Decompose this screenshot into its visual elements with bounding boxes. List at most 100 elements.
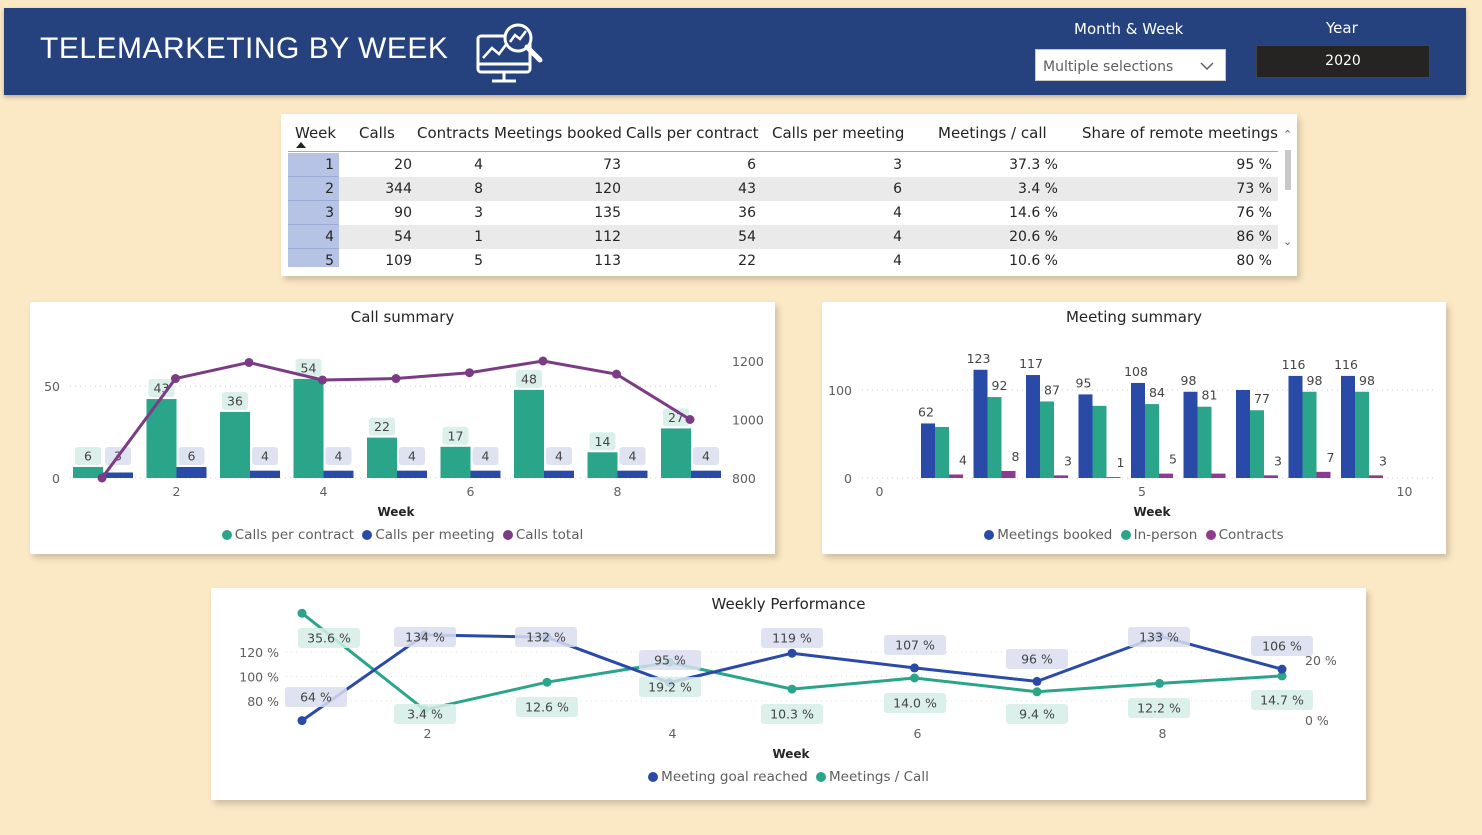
col-header-calls[interactable]: Calls — [359, 124, 395, 150]
calls-per-contract-cell: 43 — [738, 181, 756, 197]
bar-meetings-booked — [973, 369, 988, 478]
legend-item[interactable]: Contracts — [1205, 527, 1284, 543]
week-cell: 3 — [288, 201, 339, 225]
scroll-up-arrow-icon[interactable]: ⌃ — [1283, 128, 1292, 141]
point-meeting-goal-reached — [787, 648, 797, 658]
share-remote-cell: 73 % — [1236, 181, 1272, 197]
legend-item[interactable]: Meetings / Call — [816, 769, 929, 785]
meetings-per-call-cell: 3.4 % — [1017, 181, 1058, 197]
chevron-down-icon — [1200, 62, 1214, 71]
y2-tick-label: 1000 — [732, 413, 764, 428]
data-label: 64 % — [300, 690, 332, 705]
data-label: 12.2 % — [1137, 701, 1181, 716]
data-label: 4 — [555, 449, 563, 464]
meetings-booked-cell: 73 — [603, 157, 621, 173]
table-row[interactable]: 2 344 8 120 43 6 3.4 % 73 % — [288, 177, 1278, 201]
bar-contracts — [1316, 471, 1331, 478]
legend-item[interactable]: Meetings booked — [984, 527, 1112, 543]
table-row[interactable]: 5 109 5 113 22 4 10.6 % 80 % — [288, 249, 1278, 267]
calls-per-meeting-cell: 4 — [893, 229, 902, 245]
bar-meetings-booked — [1131, 382, 1145, 478]
legend-item[interactable]: Meeting goal reached — [648, 769, 808, 785]
calls-cell: 20 — [394, 157, 412, 173]
data-label: 35.6 % — [307, 631, 351, 646]
bar-contracts — [1001, 470, 1016, 478]
page-title: TELEMARKETING BY WEEK — [40, 32, 449, 65]
data-label: 17 — [448, 428, 464, 443]
data-label: 133 % — [1139, 630, 1179, 645]
bar-calls-per-meeting — [323, 470, 354, 478]
data-label: 4 — [261, 449, 269, 464]
chart-legend: Calls per contract Calls per meeting Cal… — [30, 527, 775, 543]
meetings-booked-cell: 135 — [594, 205, 621, 221]
data-label: 116 — [1282, 357, 1306, 372]
data-label: 96 % — [1021, 652, 1053, 667]
bar-calls-per-contract — [514, 389, 544, 478]
meetings-booked-cell: 120 — [594, 181, 621, 197]
meetings-booked-cell: 112 — [594, 229, 621, 245]
table-row[interactable]: 4 54 1 112 54 4 20.6 % 86 % — [288, 225, 1278, 249]
data-label: 95 — [1076, 375, 1092, 390]
legend-item[interactable]: In-person — [1120, 527, 1197, 543]
col-header-share-remote[interactable]: Share of remote meetings — [1082, 124, 1278, 150]
call-summary-chart: Call summary 0 50 800 1000 1200 2 4 6 8 Week 6 3 43 6… — [30, 302, 775, 554]
monitor-analytics-icon — [476, 23, 543, 83]
bar-meetings-booked — [1288, 375, 1303, 478]
x-tick-label: 0 — [876, 484, 884, 499]
bar-calls-per-contract — [220, 411, 250, 478]
week-cell: 1 — [288, 153, 339, 177]
share-remote-cell: 80 % — [1236, 253, 1272, 267]
legend-item[interactable]: Calls per contract — [221, 527, 354, 543]
calls-per-contract-cell: 54 — [738, 229, 756, 245]
legend-item[interactable]: Calls per meeting — [362, 527, 495, 543]
col-header-contracts[interactable]: Contracts — [417, 124, 489, 150]
calls-cell: 344 — [385, 181, 412, 197]
bar-in-person — [987, 397, 1002, 478]
y2-tick-label: 1200 — [732, 354, 764, 369]
x-axis-title: Week — [772, 747, 810, 761]
point-meetings-per-call — [1155, 678, 1164, 688]
contracts-cell: 1 — [474, 229, 483, 245]
col-header-meetings-per-call[interactable]: Meetings / call — [938, 124, 1047, 150]
y-tick-label: 80 % — [247, 694, 279, 709]
bar-in-person — [1197, 406, 1212, 478]
data-label: 108 — [1124, 364, 1148, 379]
point-meeting-goal-reached — [1032, 676, 1042, 686]
meetings-per-call-cell: 14.6 % — [1009, 205, 1058, 221]
data-label: 48 — [521, 371, 537, 386]
year-slicer[interactable]: 2020 — [1256, 45, 1430, 78]
point-meeting-goal-reached — [910, 663, 919, 673]
month-week-dropdown[interactable]: Multiple selections — [1035, 49, 1226, 81]
x-tick-label: 5 — [1138, 484, 1146, 499]
point-calls-total — [318, 375, 327, 385]
col-header-calls-per-contract[interactable]: Calls per contract — [626, 124, 759, 150]
year-slicer-label: Year — [1326, 19, 1358, 37]
point-calls-total — [538, 356, 548, 366]
data-label: 95 % — [654, 653, 686, 668]
table-row[interactable]: 3 90 3 135 36 4 14.6 % 76 % — [288, 201, 1278, 225]
legend-item[interactable]: Calls total — [502, 527, 583, 543]
col-header-calls-per-meeting[interactable]: Calls per meeting — [772, 124, 904, 150]
x-tick-label: 4 — [320, 484, 328, 499]
y-tick-label: 0 — [844, 471, 852, 486]
table-scrollbar-thumb[interactable] — [1285, 150, 1291, 190]
x-tick-label: 2 — [424, 726, 432, 741]
share-remote-cell: 95 % — [1236, 157, 1272, 173]
col-header-meetings-booked[interactable]: Meetings booked — [494, 124, 622, 150]
x-tick-label: 4 — [669, 726, 677, 741]
data-label: 87 — [1044, 382, 1060, 397]
bar-contracts — [949, 474, 963, 478]
calls-per-contract-cell: 36 — [738, 205, 756, 221]
year-value: 2020 — [1325, 53, 1361, 69]
table-row[interactable]: 1 20 4 73 6 3 37.3 % 95 % — [288, 153, 1278, 177]
data-label: 62 — [918, 404, 934, 419]
bar-calls-per-meeting — [544, 470, 574, 478]
contracts-cell: 5 — [474, 253, 483, 267]
data-label: 4 — [408, 449, 416, 464]
point-calls-total — [171, 374, 180, 384]
y-tick-label: 120 % — [239, 645, 279, 660]
bar-calls-per-meeting — [470, 470, 501, 478]
scroll-down-arrow-icon[interactable]: ⌄ — [1283, 235, 1292, 248]
sort-ascending-icon — [296, 142, 306, 148]
bar-contracts — [1159, 473, 1173, 478]
